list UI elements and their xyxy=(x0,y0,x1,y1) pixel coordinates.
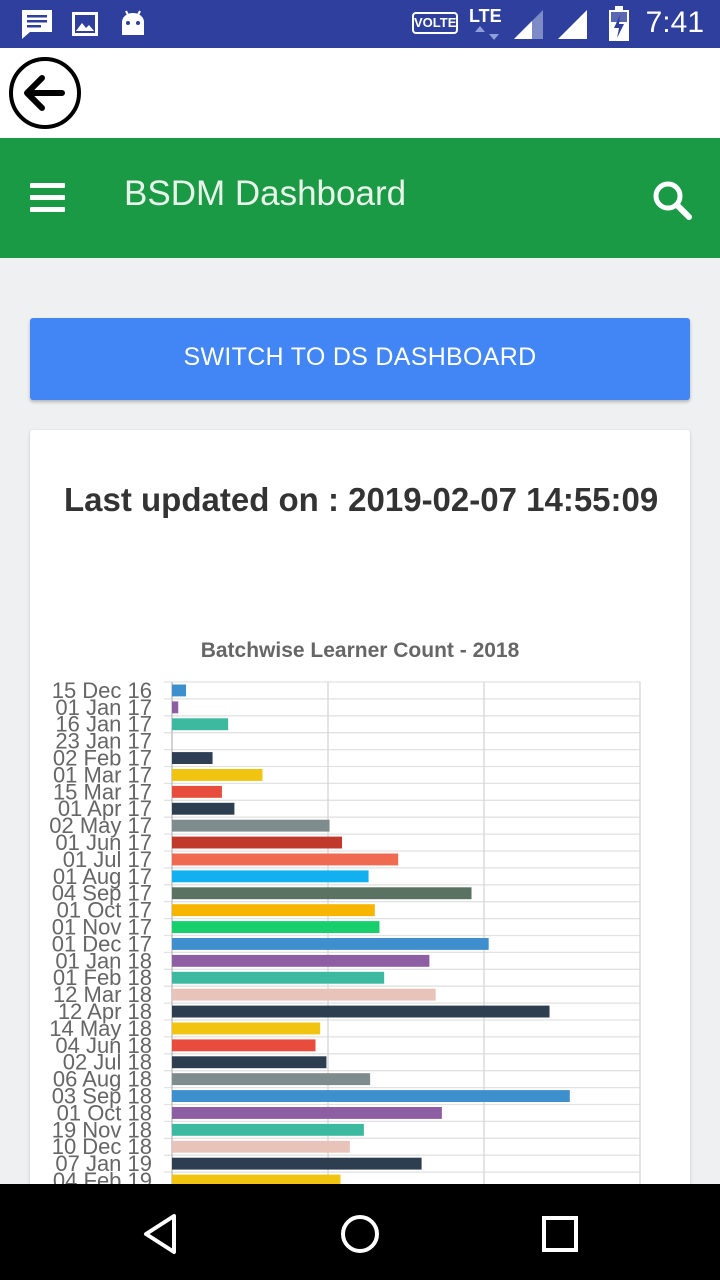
hamburger-menu-icon[interactable] xyxy=(28,178,68,218)
last-updated-label: Last updated on : 2019-02-07 14:55:09 xyxy=(64,481,659,518)
volte-badge: VOLTE xyxy=(412,12,458,34)
chart-bar xyxy=(172,1107,442,1119)
chart-bar xyxy=(172,1022,321,1035)
chart-bar xyxy=(172,853,399,866)
chart-bar xyxy=(172,802,235,815)
chart-bar xyxy=(172,1157,422,1170)
home-circle-icon[interactable] xyxy=(338,1212,382,1256)
chart-bar xyxy=(172,971,385,984)
back-bar xyxy=(0,48,720,138)
chart-bar xyxy=(172,1090,570,1102)
recents-square-icon[interactable] xyxy=(538,1212,582,1256)
back-triangle-icon[interactable] xyxy=(138,1212,182,1256)
chart-bar xyxy=(172,1140,350,1153)
chart-bar xyxy=(172,1056,327,1069)
data-arrows-icon xyxy=(475,26,499,40)
search-icon[interactable] xyxy=(650,178,694,222)
chart-bar xyxy=(172,870,369,883)
navigation-bar xyxy=(0,1184,720,1280)
chart-bar xyxy=(172,904,375,917)
chart-bar xyxy=(172,921,380,933)
network-type-label: LTE xyxy=(469,6,502,26)
status-bar: VOLTE LTE 7:41 xyxy=(0,0,720,48)
back-arrow-icon[interactable] xyxy=(8,56,82,130)
chart-bar xyxy=(172,718,229,731)
signal-icon xyxy=(558,10,587,39)
chart-bar xyxy=(172,1039,316,1052)
batchwise-chart: Batchwise Learner Count - 2018 15 Dec 16 0… xyxy=(30,620,690,1230)
android-icon xyxy=(122,10,144,35)
message-icon xyxy=(22,10,52,39)
chart-bar xyxy=(172,701,179,714)
chart-bar xyxy=(172,887,472,900)
chart-bar xyxy=(172,752,213,764)
image-icon xyxy=(72,12,98,36)
dashboard-card: Last updated on : 2019-02-07 14:55:09 Ba… xyxy=(30,430,690,1230)
chart-bar xyxy=(172,938,489,950)
chart-bar xyxy=(172,785,222,798)
chart-bar xyxy=(172,769,263,781)
switch-dashboard-button[interactable]: SWITCH TO DS DASHBOARD xyxy=(30,318,690,400)
signal-icon xyxy=(514,10,543,39)
chart-bar xyxy=(172,1073,371,1086)
page-title: BSDM Dashboard xyxy=(124,174,407,213)
app-toolbar: BSDM Dashboard xyxy=(0,138,720,258)
bar-chart: Batchwise Learner Count - 201815 Dec 160… xyxy=(49,639,641,1229)
chart-bar xyxy=(172,1123,364,1136)
chart-bar xyxy=(172,988,436,1001)
chart-bar xyxy=(172,954,430,967)
chart-bar xyxy=(172,1005,550,1018)
clock: 7:41 xyxy=(645,6,704,39)
chart-bar xyxy=(172,819,330,832)
chart-bar xyxy=(172,684,187,697)
chart-bar xyxy=(172,836,343,849)
battery-charging-icon xyxy=(609,6,629,41)
chart-title: Batchwise Learner Count - 2018 xyxy=(201,639,520,662)
